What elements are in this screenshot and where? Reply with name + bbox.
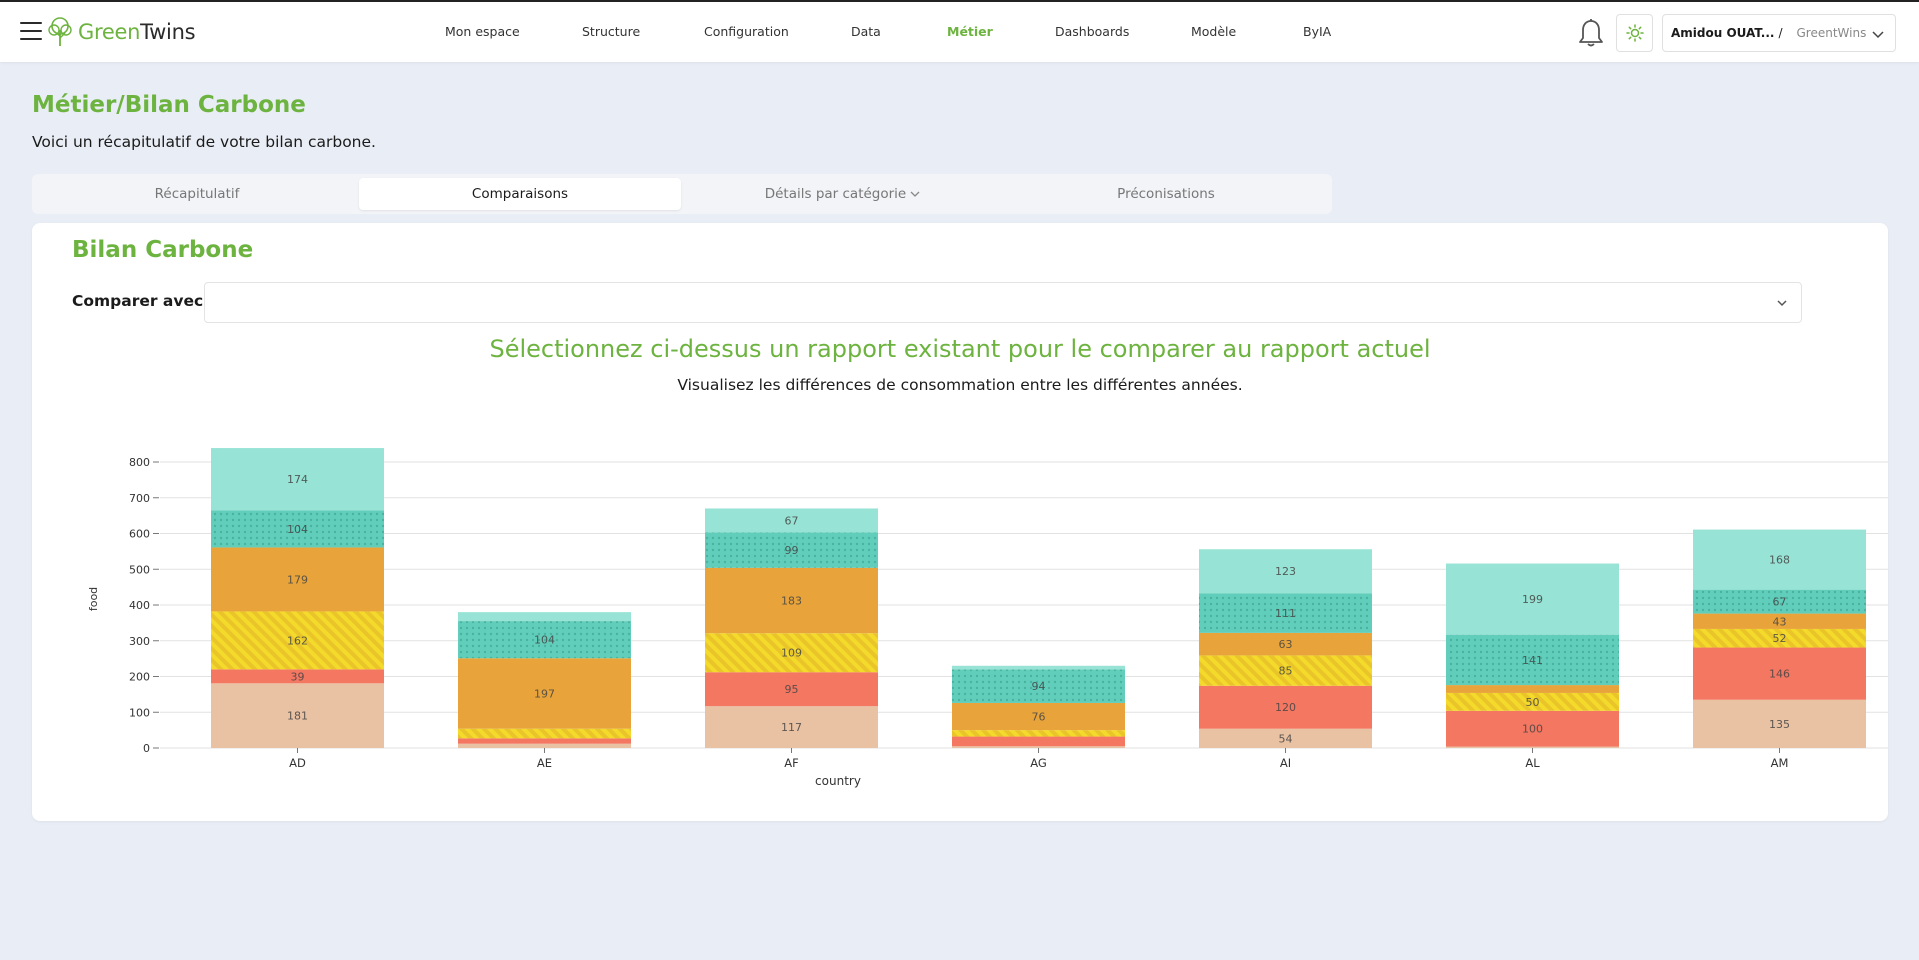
y-tick-label: 300 xyxy=(129,635,150,648)
page-title: Métier/Bilan Carbone xyxy=(32,92,306,118)
bar-value-label: 146 xyxy=(1769,668,1790,681)
bar-value-label: 109 xyxy=(781,647,802,660)
bar-value-label: 63 xyxy=(1279,638,1293,651)
bar-segment xyxy=(1446,746,1619,748)
nav-item-data[interactable]: Data xyxy=(851,24,881,39)
bar-value-label: 120 xyxy=(1275,701,1296,714)
bar-value-label: 141 xyxy=(1522,654,1543,667)
nav-item-structure[interactable]: Structure xyxy=(582,24,640,39)
user-separator: / xyxy=(1778,26,1783,40)
nav-item-metier[interactable]: Métier xyxy=(947,24,993,39)
nav-item-configuration[interactable]: Configuration xyxy=(704,24,789,39)
bar-value-label: 99 xyxy=(785,544,799,557)
bar-segment xyxy=(458,743,631,748)
page-subtitle: Voici un récapitulatif de votre bilan ca… xyxy=(32,133,376,151)
x-tick-label: AI xyxy=(1280,756,1291,770)
bar-value-label: 67 xyxy=(1773,596,1787,609)
nav-item-modele[interactable]: Modèle xyxy=(1191,24,1236,39)
bar-segment xyxy=(458,728,631,739)
nav-item-byia[interactable]: ByIA xyxy=(1303,24,1331,39)
bar-value-label: 104 xyxy=(534,634,555,647)
x-tick-label: AL xyxy=(1525,756,1540,770)
bar-value-label: 67 xyxy=(785,514,799,527)
bilan-carbone-card: Bilan Carbone Comparer avec Sélectionnez… xyxy=(32,223,1888,821)
x-axis-title: country xyxy=(815,774,861,788)
x-tick-label: AG xyxy=(1030,756,1047,770)
x-tick-label: AM xyxy=(1771,756,1789,770)
bar-value-label: 199 xyxy=(1522,593,1543,606)
bar-value-label: 123 xyxy=(1275,565,1296,578)
bar-value-label: 197 xyxy=(534,687,555,700)
tab-recapitulatif[interactable]: Récapitulatif xyxy=(36,178,358,210)
x-tick-label: AE xyxy=(537,756,552,770)
y-tick-label: 400 xyxy=(129,599,150,612)
bar-segment xyxy=(952,746,1125,748)
x-tick-label: AF xyxy=(784,756,798,770)
bar-value-label: 183 xyxy=(781,595,802,608)
bar-segment xyxy=(458,612,631,622)
top-bar: GreenTwins Mon espace Structure Configur… xyxy=(0,0,1919,62)
tab-bar: Récapitulatif Comparaisons Détails par c… xyxy=(32,174,1332,214)
bar-value-label: 43 xyxy=(1773,615,1787,628)
bar-value-label: 168 xyxy=(1769,554,1790,567)
nav-item-mon-espace[interactable]: Mon espace xyxy=(445,24,520,39)
bar-segment xyxy=(1446,685,1619,693)
bar-value-label: 76 xyxy=(1032,711,1046,724)
bar-value-label: 52 xyxy=(1773,632,1787,645)
sun-icon xyxy=(1625,24,1644,42)
nav-item-dashboards[interactable]: Dashboards xyxy=(1055,24,1129,39)
y-tick-label: 200 xyxy=(129,671,150,684)
bar-value-label: 39 xyxy=(291,670,305,683)
y-tick-label: 600 xyxy=(129,528,150,541)
y-tick-label: 700 xyxy=(129,492,150,505)
user-name: Amidou OUAT... xyxy=(1671,26,1775,40)
bar-value-label: 117 xyxy=(781,721,802,734)
tab-preconisations[interactable]: Préconisations xyxy=(1005,178,1327,210)
bar-value-label: 181 xyxy=(287,710,308,723)
stacked-bar-chart: 181 39 162 179 104 174 197 104 117 95 109 183 99 67 76… xyxy=(87,448,1888,788)
bar-value-label: 100 xyxy=(1522,723,1543,736)
bar-value-label: 104 xyxy=(287,523,308,536)
tab-details-par-categorie[interactable]: Détails par catégorie xyxy=(682,178,1004,210)
user-org: GreentWins xyxy=(1796,26,1867,40)
chevron-down-icon xyxy=(1872,31,1884,39)
bar-segment xyxy=(952,736,1125,747)
bar-value-label: 95 xyxy=(785,683,799,696)
bar-value-label: 54 xyxy=(1279,732,1293,745)
y-tick-label: 800 xyxy=(129,456,150,469)
tab-comparaisons[interactable]: Comparaisons xyxy=(359,178,681,210)
bar-value-label: 50 xyxy=(1526,696,1540,709)
bar-value-label: 179 xyxy=(287,573,308,586)
theme-toggle-button[interactable] xyxy=(1616,14,1653,52)
y-axis-title: food xyxy=(87,587,100,611)
user-menu[interactable]: Amidou OUAT... / GreentWins xyxy=(1662,14,1896,52)
bar-value-label: 162 xyxy=(287,634,308,647)
bar-value-label: 85 xyxy=(1279,665,1293,678)
bar-segment xyxy=(952,665,1125,670)
bar-segment xyxy=(458,738,631,744)
bar-segment xyxy=(952,730,1125,737)
bar-value-label: 174 xyxy=(287,473,308,486)
y-tick-label: 500 xyxy=(129,563,150,576)
y-tick-label: 0 xyxy=(143,742,150,755)
bar-value-label: 135 xyxy=(1769,718,1790,731)
bar-value-label: 111 xyxy=(1275,607,1296,620)
chevron-down-icon xyxy=(910,191,920,197)
y-tick-label: 100 xyxy=(129,706,150,719)
bar-value-label: 94 xyxy=(1032,680,1046,693)
bell-icon[interactable] xyxy=(1578,18,1604,48)
x-tick-label: AD xyxy=(289,756,306,770)
